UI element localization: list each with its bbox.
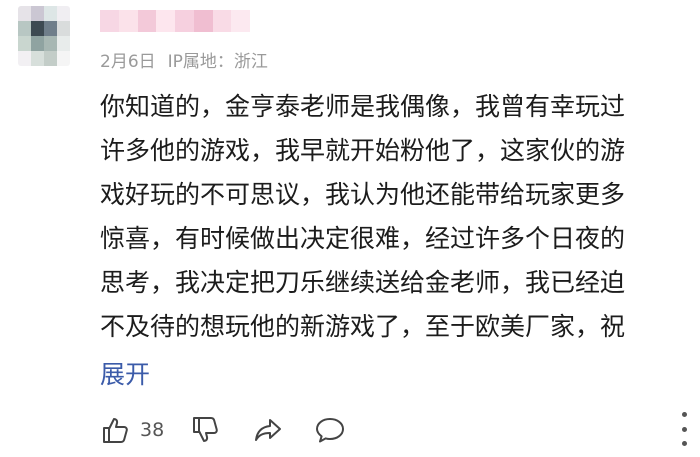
avatar-pixel xyxy=(57,6,70,21)
more-dot xyxy=(681,426,687,432)
thumbs-up-icon xyxy=(103,418,128,443)
username-blur-block xyxy=(231,10,250,32)
avatar-pixel xyxy=(57,51,70,66)
username-blur-block xyxy=(212,10,232,32)
comment-line: 惊喜，有时候做出决定很难，经过许多个日夜的 xyxy=(100,224,626,253)
username-blur-block xyxy=(137,10,157,32)
comment-actions: 38 xyxy=(100,410,346,450)
avatar-pixel xyxy=(31,21,44,36)
username-blur-block xyxy=(156,10,175,32)
reply-button[interactable] xyxy=(314,414,346,446)
username-blur-block xyxy=(100,10,119,32)
avatar-pixel xyxy=(44,21,57,36)
username-blur-block xyxy=(118,10,138,32)
avatar-pixel xyxy=(18,36,31,51)
like-count: 38 xyxy=(140,419,165,441)
avatar-pixel xyxy=(31,6,44,21)
comment-date: 2月6日 xyxy=(100,52,156,72)
username-blur-block xyxy=(193,10,213,32)
more-dot xyxy=(681,412,687,417)
username-blur-block xyxy=(175,10,194,32)
comment-line: 不及待的想玩他的新游戏了，至于欧美厂家，祝 xyxy=(100,312,626,341)
thumbs-down-icon xyxy=(193,417,218,442)
username-blurred[interactable] xyxy=(100,10,250,32)
comment-line: 你知道的，金亨泰老师是我偶像，我曾有幸玩过 xyxy=(100,92,626,121)
comment-meta: 2月6日 IP属地：浙江 xyxy=(100,47,268,72)
avatar-pixel xyxy=(44,36,57,51)
expand-link[interactable]: 展开 xyxy=(100,353,150,397)
share-icon xyxy=(255,419,282,441)
like-button[interactable]: 38 xyxy=(100,414,190,446)
avatar-pixel xyxy=(31,51,44,66)
comment-line: 思考，我决定把刀乐继续送给金老师，我已经迫 xyxy=(100,268,626,297)
avatar-pixel xyxy=(44,6,57,21)
avatar-pixel xyxy=(18,21,31,36)
ip-location: IP属地：浙江 xyxy=(167,52,268,72)
dislike-button[interactable] xyxy=(190,414,222,446)
more-icon[interactable] xyxy=(678,412,690,446)
share-button[interactable] xyxy=(252,414,284,446)
comment-text: 你知道的，金亨泰老师是我偶像，我曾有幸玩过 许多他的游戏，我早就开始粉他了，这家… xyxy=(100,85,685,349)
avatar-pixel xyxy=(18,6,31,21)
comment-line: 戏好玩的不可思议，我认为他还能带给玩家更多 xyxy=(100,180,626,209)
avatar-pixel xyxy=(18,51,31,66)
comment-line: 许多他的游戏，我早就开始粉他了，这家伙的游 xyxy=(100,136,626,165)
more-dot xyxy=(681,441,687,446)
avatar-pixel xyxy=(44,51,57,66)
avatar-pixel xyxy=(57,21,70,36)
avatar-pixel xyxy=(57,36,70,51)
reply-icon xyxy=(316,418,345,443)
avatar[interactable] xyxy=(18,6,70,66)
avatar-pixel xyxy=(31,36,44,51)
